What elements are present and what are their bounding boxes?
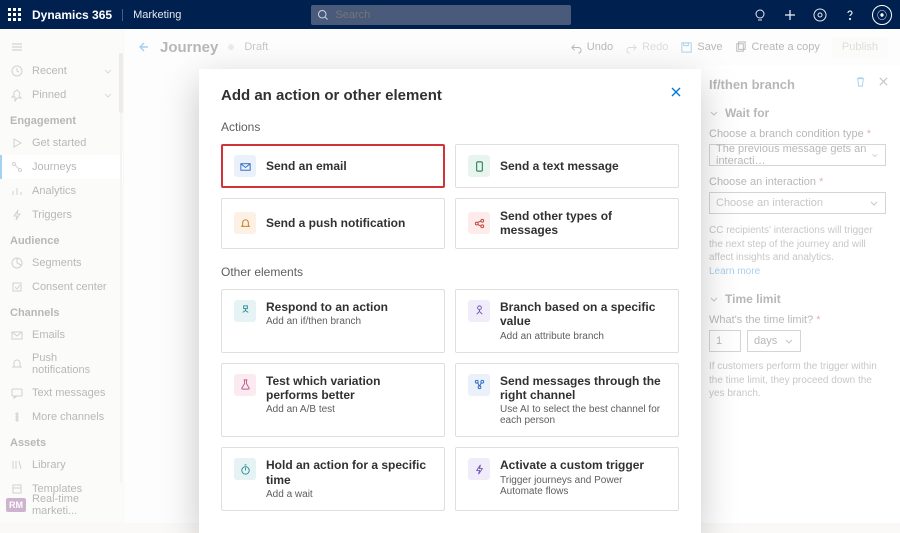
bell-icon (234, 212, 256, 234)
action-send-email[interactable]: Send an email (221, 144, 445, 188)
flask-icon (234, 374, 256, 396)
section-other-label: Other elements (221, 265, 679, 279)
phone-icon (468, 155, 490, 177)
user-avatar[interactable]: ⦿ (872, 5, 892, 25)
element-hold-wait[interactable]: Hold an action for a specific time Add a … (221, 447, 445, 511)
card-subtitle: Add an attribute branch (500, 331, 666, 342)
card-title: Send other types of messages (500, 209, 666, 238)
modal-title: Add an action or other element (221, 87, 679, 104)
modal-close-button[interactable] (669, 85, 683, 99)
global-topbar: Dynamics 365 Marketing ⦿ (0, 0, 900, 29)
trigger-icon (468, 458, 490, 480)
element-respond-action[interactable]: Respond to an action Add an if/then branc… (221, 289, 445, 353)
card-title: Respond to an action (266, 300, 388, 314)
card-title: Send a push notification (266, 216, 405, 230)
card-subtitle: Add an if/then branch (266, 316, 388, 327)
attribute-branch-icon (468, 300, 490, 322)
topbar-actions: ⦿ (752, 5, 892, 25)
card-subtitle: Add an A/B test (266, 404, 432, 415)
channel-icon (468, 374, 490, 396)
element-ab-test[interactable]: Test which variation performs betterAdd … (221, 363, 445, 438)
global-search[interactable] (311, 5, 571, 25)
app-name: Dynamics 365 (32, 8, 112, 22)
action-send-text[interactable]: Send a text message (455, 144, 679, 188)
element-custom-trigger[interactable]: Activate a custom trigger Trigger journey… (455, 447, 679, 511)
card-title: Hold an action for a specific time (266, 458, 432, 487)
search-input[interactable] (335, 9, 565, 21)
branch-icon (234, 300, 256, 322)
add-action-modal: Add an action or other element Actions S… (199, 69, 701, 533)
card-title: Branch based on a specific value (500, 300, 666, 329)
card-subtitle: Trigger journeys and Power Automate flow… (500, 475, 666, 497)
share-icon (468, 212, 490, 234)
card-title: Test which variation performs better (266, 374, 432, 403)
element-right-channel[interactable]: Send messages through the right channelU… (455, 363, 679, 438)
action-send-other[interactable]: Send other types of messages (455, 198, 679, 249)
card-title: Activate a custom trigger (500, 458, 666, 472)
plus-icon[interactable] (782, 7, 798, 23)
card-subtitle: Add a wait (266, 489, 432, 500)
modal-overlay[interactable]: Add an action or other element Actions S… (0, 29, 900, 523)
element-branch-value[interactable]: Branch based on a specific value Add an a… (455, 289, 679, 353)
action-send-push[interactable]: Send a push notification (221, 198, 445, 249)
card-title: Send an email (266, 159, 347, 173)
card-subtitle: Use AI to select the best channel for ea… (500, 404, 666, 426)
card-title: Send messages through the right channel (500, 374, 666, 403)
module-name: Marketing (122, 9, 181, 21)
lightbulb-icon[interactable] (752, 7, 768, 23)
section-actions-label: Actions (221, 120, 679, 134)
gear-icon[interactable] (812, 7, 828, 23)
search-icon (317, 9, 329, 21)
stopwatch-icon (234, 458, 256, 480)
help-icon[interactable] (842, 7, 858, 23)
app-launcher-icon[interactable] (8, 8, 22, 22)
card-title: Send a text message (500, 159, 619, 173)
mail-icon (234, 155, 256, 177)
